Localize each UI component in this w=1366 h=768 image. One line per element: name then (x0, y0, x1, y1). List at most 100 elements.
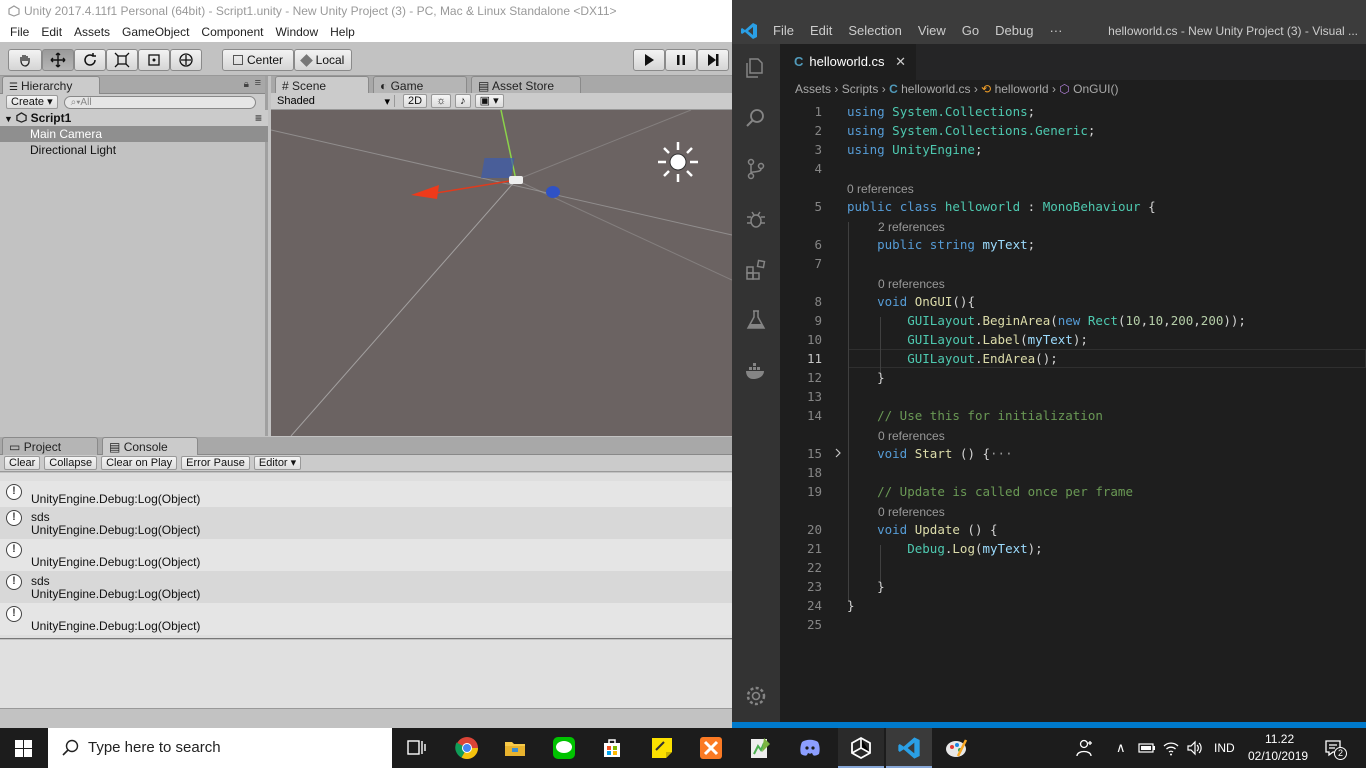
pivot-local-toggle[interactable]: Local (294, 49, 352, 71)
menu-component[interactable]: Component (195, 25, 269, 39)
console-entry[interactable]: ! sds UnityEngine.Debug:Log(Object) (0, 571, 732, 603)
hierarchy-search-input[interactable]: ⌕▾All (63, 95, 256, 109)
scene-menu-icon[interactable]: ≡ (255, 110, 262, 126)
xampp-icon[interactable] (699, 736, 723, 760)
source-control-icon[interactable] (744, 157, 768, 181)
collapse-button[interactable]: Collapse (44, 456, 98, 470)
tab-helloworld-cs[interactable]: Chelloworld.cs ✕ (780, 44, 916, 80)
menu-gameobject[interactable]: GameObject (116, 25, 195, 39)
input-language-indicator[interactable]: IND (1214, 741, 1235, 755)
codelens-references[interactable]: 0 references (878, 276, 945, 293)
panel-menu-icon[interactable]: ≡ (255, 77, 261, 89)
hand-tool-button[interactable] (8, 49, 42, 71)
console-detail-pane[interactable] (0, 640, 732, 708)
console-entry[interactable]: ! sds UnityEngine.Debug:Log(Object) (0, 507, 732, 539)
x-axis-arrow-icon[interactable] (411, 185, 439, 199)
hierarchy-item-main-camera[interactable]: Main Camera (0, 126, 268, 142)
volume-icon[interactable] (1186, 739, 1204, 757)
vs-menu-selection[interactable]: Selection (840, 23, 909, 38)
store-icon[interactable] (600, 736, 624, 760)
settings-gear-icon[interactable] (744, 684, 768, 708)
taskbar-unity-button[interactable] (838, 728, 884, 768)
clear-on-play-button[interactable]: Clear on Play (101, 456, 178, 470)
show-hidden-icons-chevron-icon[interactable]: ∧ (1116, 740, 1126, 756)
breadcrumb-method[interactable]: OnGUI() (1073, 82, 1118, 96)
taskbar-search-box[interactable]: Type here to search (48, 728, 392, 768)
scale-tool-button[interactable] (106, 49, 138, 71)
line-app-icon[interactable] (552, 736, 576, 760)
menu-file[interactable]: File (4, 25, 35, 39)
vs-menu-edit[interactable]: Edit (802, 23, 840, 38)
transform-tool-button[interactable] (170, 49, 202, 71)
z-axis-handle-icon[interactable] (546, 186, 560, 198)
vs-menu-file[interactable]: File (765, 23, 802, 38)
tab-console[interactable]: ▤ Console (102, 437, 198, 456)
explorer-icon[interactable] (744, 56, 768, 80)
vs-menu-view[interactable]: View (910, 23, 954, 38)
console-entry[interactable]: ! UnityEngine.Debug:Log(Object) (0, 603, 732, 635)
vs-menu-more[interactable]: ··· (1041, 23, 1070, 38)
scene-view[interactable] (271, 110, 732, 436)
step-button[interactable] (697, 49, 729, 71)
breadcrumb-assets[interactable]: Assets (795, 82, 831, 96)
clear-button[interactable]: Clear (4, 456, 41, 470)
people-icon[interactable] (1076, 738, 1096, 758)
codelens-references[interactable]: 2 references (878, 219, 945, 236)
menu-assets[interactable]: Assets (68, 25, 116, 39)
menu-edit[interactable]: Edit (35, 25, 68, 39)
camera-gizmo-icon[interactable] (509, 176, 523, 184)
editor-dropdown[interactable]: Editor ▾ (253, 456, 302, 470)
codelens-references[interactable]: 0 references (847, 181, 914, 198)
lighting-toggle-button[interactable]: ☼ (431, 94, 452, 108)
fold-chevron-icon[interactable] (833, 448, 843, 458)
search-icon[interactable] (744, 106, 768, 130)
close-tab-icon[interactable]: ✕ (895, 44, 906, 80)
taskbar-vscode-button[interactable] (886, 728, 932, 768)
breadcrumb-scripts[interactable]: Scripts (842, 82, 879, 96)
chrome-icon[interactable] (455, 736, 479, 760)
move-tool-button[interactable] (42, 49, 74, 71)
code-editor[interactable]: 1 2 3 4 5 6 7 8 9 10 11 12 13 14 15 18 1… (780, 100, 1366, 720)
console-entry[interactable]: ! UnityEngine.Debug:Log(Object) (0, 539, 732, 571)
breadcrumb-file[interactable]: helloworld.cs (901, 82, 970, 96)
test-flask-icon[interactable] (744, 308, 768, 332)
rotate-tool-button[interactable] (74, 49, 106, 71)
tab-hierarchy[interactable]: ☰ Hierarchy (2, 76, 100, 95)
hierarchy-item-directional-light[interactable]: Directional Light (0, 142, 268, 158)
action-center-button[interactable]: 2 (1322, 737, 1348, 761)
effects-dropdown[interactable]: ▣ ▾ (474, 94, 504, 108)
breadcrumb-class[interactable]: helloworld (995, 82, 1049, 96)
paint-icon[interactable] (944, 736, 968, 760)
rect-tool-button[interactable] (138, 49, 170, 71)
tab-project[interactable]: ▭ Project (2, 437, 98, 456)
task-view-icon[interactable] (405, 736, 429, 760)
scene-root-row[interactable]: ▼ Script1 ≡ (0, 110, 268, 126)
sticky-notes-icon[interactable] (650, 736, 674, 760)
console-entry[interactable]: ! UnityEngine.Debug:Log(Object) (0, 481, 732, 507)
audio-toggle-button[interactable]: ♪ (455, 94, 471, 108)
pivot-center-toggle[interactable]: Center (222, 49, 294, 71)
expand-arrow-icon[interactable]: ▼ (4, 114, 13, 124)
directional-light-gizmo-icon[interactable] (656, 140, 700, 184)
network-icon[interactable] (1162, 739, 1180, 757)
editor-app-icon[interactable] (748, 736, 772, 760)
codelens-references[interactable]: 0 references (878, 504, 945, 521)
clock-time[interactable]: 11.22 (1265, 732, 1294, 746)
vs-menu-debug[interactable]: Debug (987, 23, 1041, 38)
vs-menu-go[interactable]: Go (954, 23, 987, 38)
codelens-references[interactable]: 0 references (878, 428, 945, 445)
play-button[interactable] (633, 49, 665, 71)
discord-icon[interactable] (798, 736, 822, 760)
debug-icon[interactable] (744, 207, 768, 231)
lock-icon[interactable]: 🔒︎ (244, 79, 249, 90)
file-explorer-icon[interactable] (503, 736, 527, 760)
shading-dropdown[interactable]: Shaded ▾ (277, 95, 395, 108)
pause-button[interactable] (665, 49, 697, 71)
docker-icon[interactable] (744, 358, 768, 382)
menu-window[interactable]: Window (269, 25, 324, 39)
clock-date[interactable]: 02/10/2019 (1248, 749, 1308, 763)
extensions-icon[interactable] (744, 258, 768, 282)
error-pause-button[interactable]: Error Pause (181, 456, 250, 470)
menu-help[interactable]: Help (324, 25, 361, 39)
2d-toggle-button[interactable]: 2D (403, 94, 428, 108)
